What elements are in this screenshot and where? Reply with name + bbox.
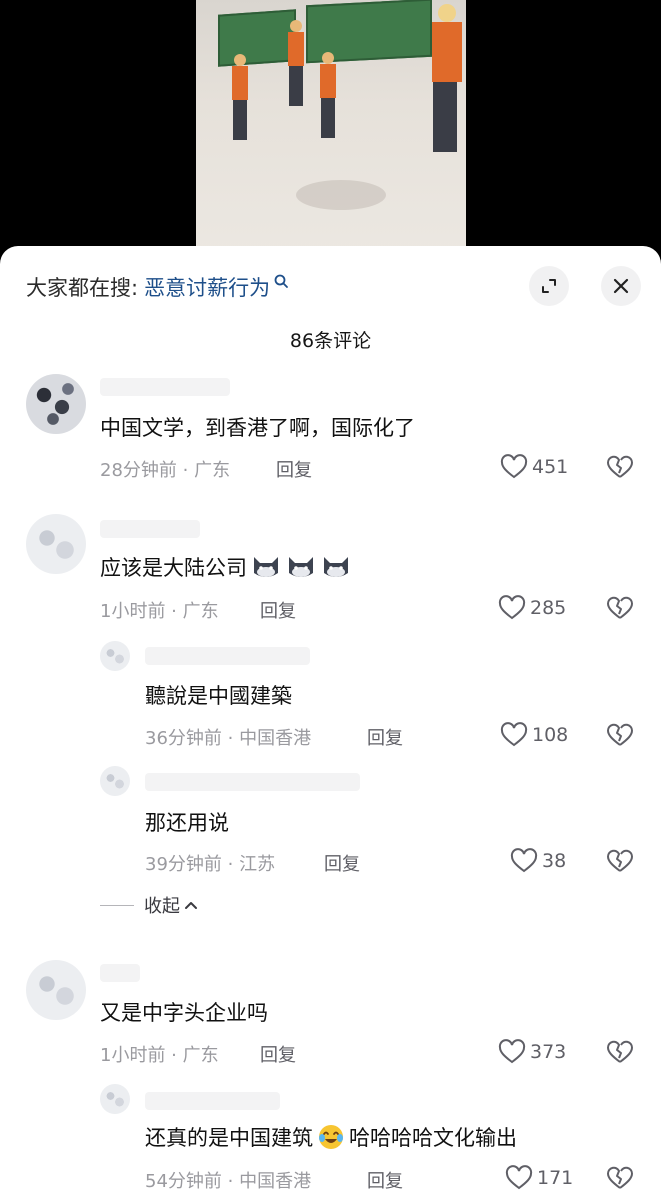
comment-text-before: 还真的是中国建筑 xyxy=(145,1126,313,1150)
avatar[interactable] xyxy=(100,1084,130,1114)
broken-heart-icon[interactable] xyxy=(606,1164,634,1192)
username[interactable] xyxy=(100,378,230,396)
protest-banner xyxy=(218,9,296,67)
trending-search-prefix: 大家都在搜: xyxy=(26,276,139,300)
like-count: 451 xyxy=(532,456,569,478)
comment-meta: 54分钟前 · 中国香港 xyxy=(145,1171,312,1192)
comment-meta: 36分钟前 · 中国香港 xyxy=(145,728,312,749)
cat-emoji-icon xyxy=(285,553,317,581)
avatar[interactable] xyxy=(26,960,86,1020)
broken-heart-icon[interactable] xyxy=(606,721,634,749)
like-count: 373 xyxy=(530,1041,567,1063)
video-frame xyxy=(196,0,466,260)
comment-text: 聽說是中國建築 xyxy=(145,684,292,708)
like-button[interactable]: 285 xyxy=(498,593,566,623)
reply-button[interactable]: 回复 xyxy=(260,597,296,623)
reply-button[interactable]: 回复 xyxy=(276,456,312,482)
comment-sheet: 大家都在搜: 恶意讨薪行为 86条评论 中国文学，到香港了啊，国际化了 28分钟… xyxy=(0,246,661,1199)
username[interactable] xyxy=(100,520,200,538)
collapse-replies-button[interactable]: 收起 xyxy=(100,892,198,918)
comment-count: 86条评论 xyxy=(289,330,372,352)
comment-text-after: 哈哈哈哈文化输出 xyxy=(349,1126,517,1150)
like-button[interactable]: 108 xyxy=(500,720,568,750)
comment-text: 中国文学，到香港了啊，国际化了 xyxy=(100,416,415,440)
heart-outline-icon xyxy=(498,595,526,620)
close-icon xyxy=(613,278,629,294)
like-button[interactable]: 38 xyxy=(510,846,566,876)
like-count: 38 xyxy=(542,850,567,872)
video-player[interactable] xyxy=(0,0,661,260)
avatar[interactable] xyxy=(26,514,86,574)
laughing-tears-emoji-icon xyxy=(317,1123,345,1151)
comment-text: 应该是大陆公司 xyxy=(100,552,352,582)
comment-text-content: 应该是大陆公司 xyxy=(100,556,247,580)
collapse-label: 收起 xyxy=(144,896,180,917)
worker-figure xyxy=(320,52,336,138)
worker-figure xyxy=(432,4,462,152)
broken-heart-icon[interactable] xyxy=(606,847,634,875)
divider xyxy=(100,904,134,906)
worker-figure xyxy=(232,54,248,140)
reply-button[interactable]: 回复 xyxy=(367,724,403,750)
worker-figure xyxy=(288,20,304,106)
trending-search[interactable]: 大家都在搜: 恶意讨薪行为 xyxy=(26,272,291,302)
chevron-up-icon xyxy=(185,902,197,909)
heart-outline-icon xyxy=(500,454,528,479)
comment-meta: 1小时前 · 广东 xyxy=(100,601,219,622)
heart-outline-icon xyxy=(510,848,538,873)
username[interactable] xyxy=(145,1092,280,1110)
like-count: 108 xyxy=(532,724,569,746)
avatar[interactable] xyxy=(100,641,130,671)
comment-meta: 28分钟前 · 广东 xyxy=(100,460,231,481)
comment-text: 还真的是中国建筑 哈哈哈哈文化输出 xyxy=(145,1122,517,1152)
reply-button[interactable]: 回复 xyxy=(367,1167,403,1193)
comment-text: 那还用说 xyxy=(145,811,229,835)
broken-heart-icon[interactable] xyxy=(606,1038,634,1066)
avatar[interactable] xyxy=(100,766,130,796)
expand-button[interactable] xyxy=(529,266,569,306)
heart-outline-icon xyxy=(505,1165,533,1190)
close-button[interactable] xyxy=(601,266,641,306)
like-count: 171 xyxy=(537,1167,574,1189)
like-button[interactable]: 451 xyxy=(500,452,568,482)
username[interactable] xyxy=(100,964,140,982)
like-count: 285 xyxy=(530,597,567,619)
cat-emoji-icon xyxy=(250,553,282,581)
heart-outline-icon xyxy=(500,722,528,747)
username[interactable] xyxy=(145,647,310,665)
username[interactable] xyxy=(145,773,360,791)
broken-heart-icon[interactable] xyxy=(606,594,634,622)
expand-icon xyxy=(542,279,556,293)
reply-button[interactable]: 回复 xyxy=(324,850,360,876)
avatar[interactable] xyxy=(26,374,86,434)
comment-meta: 1小时前 · 广东 xyxy=(100,1045,219,1066)
search-icon xyxy=(274,274,288,288)
like-button[interactable]: 373 xyxy=(498,1037,566,1067)
comment-meta: 39分钟前 · 江苏 xyxy=(145,854,276,875)
trending-search-link[interactable]: 恶意讨薪行为 xyxy=(144,272,270,302)
cat-emoji-icon xyxy=(320,553,352,581)
heart-outline-icon xyxy=(498,1039,526,1064)
comment-text: 又是中字头企业吗 xyxy=(100,1001,268,1025)
floor-stain xyxy=(296,180,386,210)
broken-heart-icon[interactable] xyxy=(606,453,634,481)
reply-button[interactable]: 回复 xyxy=(260,1041,296,1067)
like-button[interactable]: 171 xyxy=(505,1163,573,1193)
